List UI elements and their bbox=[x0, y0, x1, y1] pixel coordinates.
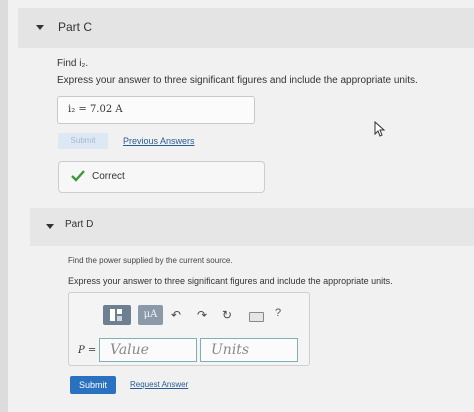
request-answer-link[interactable]: Request Answer bbox=[130, 380, 188, 389]
keyboard-icon[interactable] bbox=[249, 312, 264, 322]
part-c-find: Find i₂. bbox=[57, 58, 89, 69]
templates-button[interactable] bbox=[103, 305, 131, 325]
units-button[interactable]: μA bbox=[138, 305, 163, 325]
reset-icon[interactable]: ↻ bbox=[222, 307, 232, 323]
feedback-box: Correct bbox=[58, 161, 265, 193]
answer-editor: μA ↶ ↷ ↻ ? P = Value Units bbox=[68, 292, 310, 366]
part-c-answer: i₂ = 7.02 A bbox=[68, 104, 123, 115]
left-rail bbox=[0, 0, 8, 412]
mouse-cursor-icon bbox=[374, 121, 386, 137]
redo-icon[interactable]: ↷ bbox=[197, 307, 207, 323]
variable-label: P = bbox=[78, 345, 97, 356]
part-c-answer-box: i₂ = 7.02 A bbox=[57, 96, 255, 124]
feedback-text: Correct bbox=[92, 171, 125, 182]
part-d-header[interactable]: Part D bbox=[30, 208, 474, 246]
chevron-down-icon bbox=[46, 224, 54, 229]
page: Part C Find i₂. Express your answer to t… bbox=[0, 0, 474, 412]
part-d-find: Find the power supplied by the current s… bbox=[68, 256, 233, 265]
units-input[interactable]: Units bbox=[200, 338, 298, 362]
part-d-title: Part D bbox=[65, 219, 94, 230]
previous-answers-link[interactable]: Previous Answers bbox=[123, 136, 195, 146]
part-c-submit-button[interactable]: Submit bbox=[58, 133, 108, 149]
checkmark-icon bbox=[71, 170, 85, 182]
templates-icon bbox=[110, 309, 122, 321]
undo-icon[interactable]: ↶ bbox=[171, 307, 181, 323]
part-c-header[interactable]: Part C bbox=[18, 8, 474, 48]
chevron-down-icon bbox=[36, 25, 44, 30]
part-d-submit-button[interactable]: Submit bbox=[70, 376, 116, 394]
value-input[interactable]: Value bbox=[99, 338, 197, 362]
part-c-title: Part C bbox=[58, 20, 93, 34]
part-d-instructions: Express your answer to three significant… bbox=[68, 276, 393, 286]
help-button[interactable]: ? bbox=[275, 307, 281, 319]
part-c-instructions: Express your answer to three significant… bbox=[57, 75, 418, 86]
